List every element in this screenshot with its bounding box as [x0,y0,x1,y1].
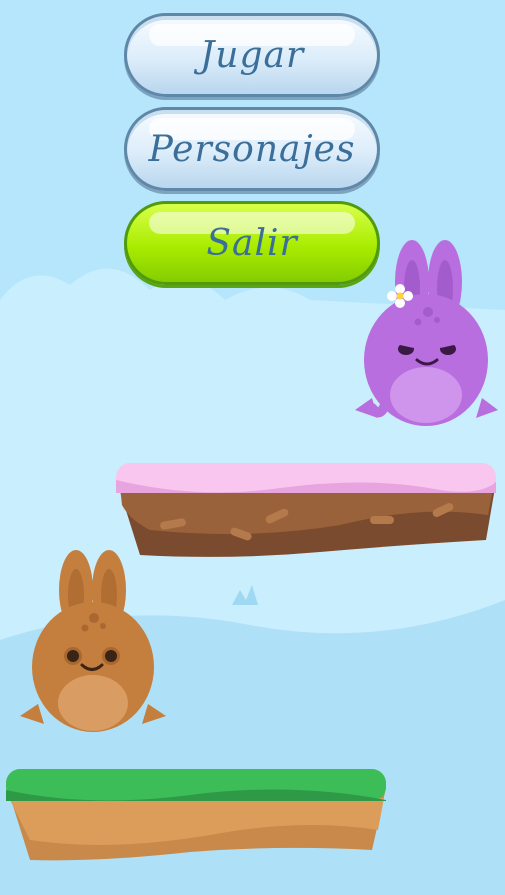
grass-platform [6,769,386,861]
play-button[interactable]: Jugar [124,13,380,97]
characters-button[interactable]: Personajes [124,107,380,191]
frosting-platform [116,463,496,557]
play-button-label: Jugar [199,34,305,76]
exit-button-label: Salir [206,222,298,264]
exit-button[interactable]: Salir [124,201,380,285]
characters-button-label: Personajes [148,128,356,170]
